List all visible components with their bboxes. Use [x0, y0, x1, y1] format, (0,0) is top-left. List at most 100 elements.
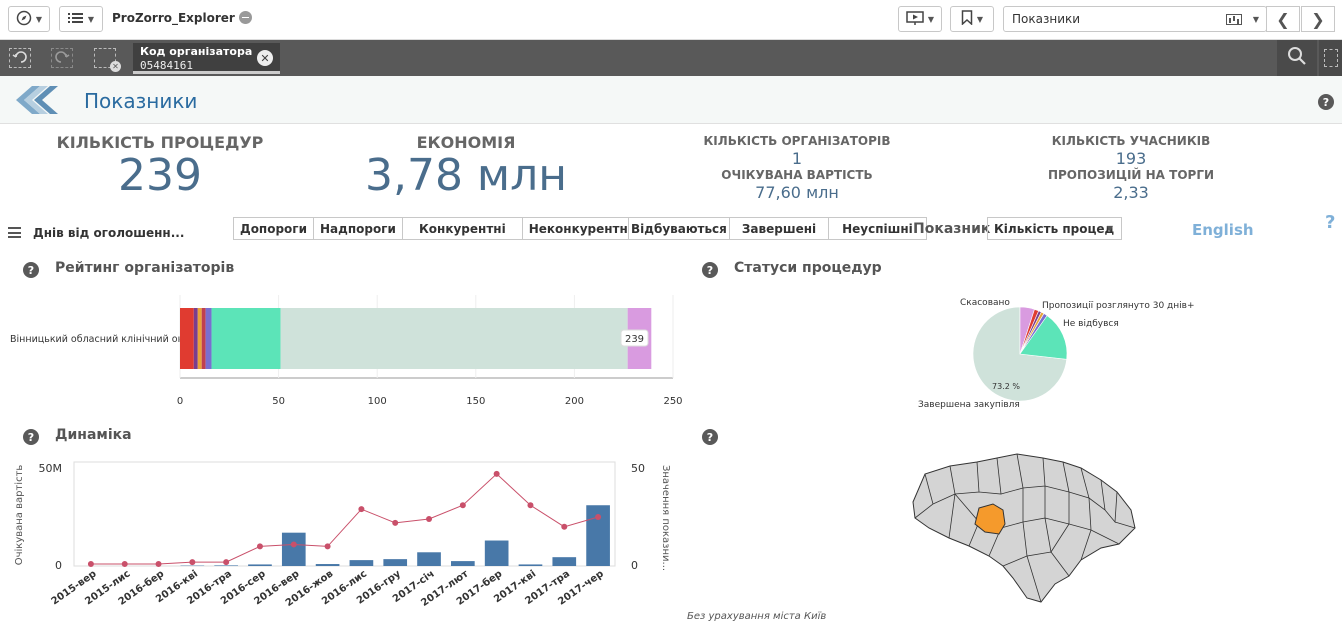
dynamics-point[interactable] [493, 470, 500, 477]
bookmark-icon [961, 10, 973, 28]
chevron-down-icon: ▼ [35, 14, 43, 24]
statuses-pie-chart: Скасовано Пропозиції розглянуто 30 днів+… [918, 298, 1195, 410]
ranking-bar-segment[interactable] [197, 308, 202, 369]
pie-label-cancelled: Скасовано [960, 298, 1010, 308]
competition-filter: Конкурентні Неконкурентні [402, 217, 639, 240]
unsuccessful-button[interactable]: Неуспішні [829, 218, 926, 239]
dynamics-point[interactable] [392, 519, 399, 526]
pie-label-not-held: Не відбувся [1063, 319, 1119, 329]
dynamics-bar[interactable] [349, 560, 374, 566]
dynamics-point[interactable] [189, 559, 196, 566]
help-icon[interactable]: ? [23, 262, 39, 278]
dynamics-point[interactable] [121, 561, 128, 568]
dynamics-point[interactable] [561, 523, 568, 530]
dynamics-point[interactable] [426, 515, 433, 522]
dynamics-bar[interactable] [214, 565, 238, 566]
dynamics-line [90, 473, 599, 565]
ongoing-button[interactable]: Відбуваються [629, 218, 730, 239]
prozorro-logo [14, 84, 62, 116]
help-icon[interactable]: ? [702, 429, 718, 445]
clear-all-button[interactable]: ✕ [94, 48, 121, 72]
help-icon[interactable]: ? [1318, 94, 1334, 110]
selection-field-value: 05484161 [140, 59, 193, 72]
dynamics-bar[interactable] [281, 532, 306, 566]
dynamics-point[interactable] [595, 514, 602, 520]
search-button[interactable] [1277, 40, 1317, 76]
story-button[interactable]: ▼ [898, 6, 942, 32]
next-sheet-button[interactable]: ❯ [1301, 6, 1335, 32]
ranking-x-tick: 250 [663, 396, 682, 407]
left-tick-zero: 0 [55, 559, 62, 572]
completed-button[interactable]: Завершені [729, 218, 830, 239]
dynamics-point[interactable] [358, 506, 365, 513]
dynamics-bar[interactable] [484, 540, 509, 566]
days-since-announcement-filter[interactable]: Днів від оголошенн... [33, 226, 184, 240]
list-icon [67, 11, 84, 28]
step-forward-button[interactable] [51, 48, 73, 68]
dynamics-point[interactable] [223, 559, 230, 566]
ranking-x-tick: 0 [177, 396, 183, 407]
chevron-down-icon: ▼ [1252, 15, 1259, 24]
dynamics-bar[interactable] [315, 564, 340, 566]
ranking-bar-segment[interactable] [205, 308, 212, 369]
compass-icon [16, 10, 32, 29]
non-competitive-button[interactable]: Неконкурентні [522, 218, 638, 239]
competitive-button[interactable]: Конкурентні [403, 218, 523, 239]
kpi-organizers-label: КІЛЬКІСТЬ ОРГАНІЗАТОРІВ [703, 134, 891, 148]
dynamics-point[interactable] [87, 561, 94, 568]
bookmark-button[interactable]: ▼ [950, 6, 994, 32]
indicator-dropdown[interactable]: Кількість процед ▼ [987, 217, 1122, 240]
dynamics-point[interactable] [155, 561, 162, 568]
above-threshold-button[interactable]: Надпороги [313, 218, 402, 239]
ranking-bar-segment[interactable] [180, 308, 194, 369]
close-icon[interactable]: ✕ [257, 50, 273, 66]
sheet-selector[interactable]: Показники ▼ [1003, 6, 1267, 32]
pie-percent-label: 73.2 % [992, 382, 1020, 391]
dynamics-point[interactable] [459, 502, 466, 509]
ranking-x-tick: 200 [565, 396, 584, 407]
clear-selections-icon: ✕ [110, 61, 121, 72]
indicator-dropdown-value: Кількість процед [994, 222, 1115, 236]
help-icon[interactable]: ? [23, 429, 39, 445]
language-switch-link[interactable]: English [1192, 221, 1254, 239]
previous-sheet-button[interactable]: ❮ [1266, 6, 1300, 32]
arrow-right-icon: ❯ [1311, 9, 1325, 29]
ranking-bar-segment[interactable] [201, 308, 206, 369]
dynamics-right-axis-label: Значення показни... [660, 465, 671, 571]
dynamics-bar[interactable] [451, 561, 475, 566]
ukraine-map [912, 453, 1136, 603]
global-menu-button[interactable]: ▼ [59, 6, 103, 32]
step-back-button[interactable] [9, 48, 31, 68]
dynamics-point[interactable] [256, 543, 263, 550]
dynamics-bar[interactable] [248, 564, 272, 566]
sheet-grid-icon [1226, 14, 1242, 25]
dynamics-point[interactable] [290, 541, 297, 548]
navigation-button[interactable]: ▼ [8, 6, 50, 32]
hamburger-menu-icon[interactable] [8, 227, 21, 238]
below-threshold-button[interactable]: Допороги [234, 218, 314, 239]
dynamics-bar[interactable] [383, 559, 408, 566]
help-link[interactable]: ? [1325, 212, 1335, 233]
indicator-label: Показник [913, 221, 991, 237]
kpi-proposals-value: 2,33 [1113, 183, 1149, 202]
chevron-down-icon: ▼ [87, 14, 95, 24]
kpi-expected-value: 77,60 млн [755, 183, 839, 202]
ranking-bar-segment[interactable] [193, 308, 198, 369]
top-toolbar: ▼ ▼ ProZorro_Explorer ▼ ▼ Показники ▼ ❮ … [0, 0, 1342, 40]
dynamics-bar[interactable] [552, 557, 577, 566]
selection-tool-button[interactable] [1319, 40, 1342, 76]
kpi-expected-label: ОЧІКУВАНА ВАРТІСТЬ [721, 168, 873, 182]
selection-chip[interactable]: Код організатора 05484161 ✕ [133, 43, 280, 74]
ranking-bar-segment[interactable] [280, 308, 628, 369]
dynamics-bar[interactable] [518, 564, 543, 566]
help-icon[interactable]: ? [702, 262, 718, 278]
dynamics-bar[interactable] [417, 552, 441, 566]
dynamics-point[interactable] [527, 502, 534, 509]
dynamics-point[interactable] [324, 543, 331, 550]
ranking-x-tick: 150 [466, 396, 485, 407]
dynamics-title: Динаміка [55, 427, 132, 443]
ranking-chart: Вінницький обласний клінічний он... 0 50 1… [10, 295, 683, 407]
dynamics-left-axis-label: Очікувана вартість [13, 465, 25, 566]
ranking-bar-segment[interactable] [211, 308, 281, 369]
chevron-down-icon: ▼ [927, 14, 935, 24]
